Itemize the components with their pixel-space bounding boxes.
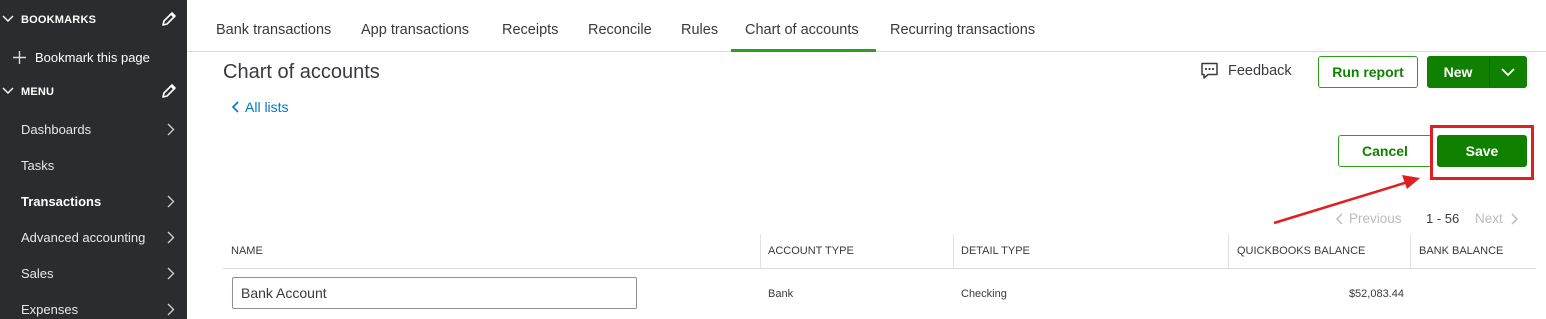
page-range: 1 - 56 xyxy=(1426,211,1460,226)
plus-icon xyxy=(13,51,26,64)
previous-page-button[interactable]: Previous xyxy=(1336,211,1402,226)
sidebar-item-label: Dashboards xyxy=(21,121,92,137)
bookmark-this-page[interactable]: Bookmark this page xyxy=(0,39,187,75)
name-cell xyxy=(223,269,760,319)
menu-section-header[interactable]: MENU xyxy=(0,74,187,110)
next-page-button[interactable]: Next xyxy=(1475,211,1518,226)
feedback-button[interactable]: Feedback xyxy=(1200,62,1292,80)
sidebar-item-label: Advanced accounting xyxy=(21,229,146,245)
feedback-icon xyxy=(1201,62,1218,79)
pencil-icon[interactable] xyxy=(160,11,177,28)
bookmarks-section-header[interactable]: BOOKMARKS xyxy=(0,2,187,38)
sidebar-item-label: Tasks xyxy=(21,157,55,173)
new-button[interactable]: New xyxy=(1427,56,1489,88)
chevron-down-icon xyxy=(2,87,14,94)
bank-balance-cell xyxy=(1411,269,1536,319)
chevron-down-icon xyxy=(1501,67,1515,76)
tab-rules[interactable]: Rules xyxy=(667,0,732,52)
chevron-right-icon xyxy=(1511,212,1518,225)
tab-label: Bank transactions xyxy=(216,22,332,38)
sidebar: BOOKMARKS Bookmark this page MENU Dashbo… xyxy=(0,0,187,319)
chevron-right-icon xyxy=(167,195,175,208)
app-root: BOOKMARKS Bookmark this page MENU Dashbo… xyxy=(0,0,1546,319)
cancel-button[interactable]: Cancel xyxy=(1338,135,1432,167)
tab-reconcile[interactable]: Reconcile xyxy=(574,0,666,52)
quickbooks-balance-cell: $52,083.44 xyxy=(1348,288,1404,300)
sidebar-item-dashboards[interactable]: Dashboards xyxy=(0,111,187,147)
tab-app-transactions[interactable]: App transactions xyxy=(347,0,483,52)
chevron-right-icon xyxy=(167,303,175,316)
next-label: Next xyxy=(1475,211,1503,226)
page-title: Chart of accounts xyxy=(223,61,380,83)
all-lists-link[interactable]: All lists xyxy=(232,99,289,115)
sidebar-item-transactions[interactable]: Transactions xyxy=(0,183,187,219)
chevron-left-icon xyxy=(232,101,239,113)
chevron-left-icon xyxy=(1336,212,1343,225)
table-header: NAME ACCOUNT TYPE DETAIL TYPE QUICKBOOKS… xyxy=(223,234,1536,269)
account-type-cell: Bank xyxy=(768,288,794,300)
tab-bank-transactions[interactable]: Bank transactions xyxy=(202,0,345,52)
column-header-account-type[interactable]: ACCOUNT TYPE xyxy=(760,234,954,269)
transactions-tab-bar: Bank transactions App transactions Recei… xyxy=(187,0,1546,52)
tab-label: Chart of accounts xyxy=(745,22,859,38)
tab-label: Recurring transactions xyxy=(890,22,1036,38)
accounts-table: NAME ACCOUNT TYPE DETAIL TYPE QUICKBOOKS… xyxy=(223,234,1536,319)
sidebar-item-expenses[interactable]: Expenses xyxy=(0,291,187,319)
bookmark-this-page-label: Bookmark this page xyxy=(35,49,150,65)
all-lists-label: All lists xyxy=(245,99,289,115)
bookmarks-label: BOOKMARKS xyxy=(21,14,97,26)
sidebar-item-label: Sales xyxy=(21,265,54,281)
chevron-right-icon xyxy=(167,231,175,244)
pencil-icon[interactable] xyxy=(160,83,177,100)
tab-recurring-transactions[interactable]: Recurring transactions xyxy=(876,0,1049,52)
column-header-quickbooks-balance[interactable]: QUICKBOOKS BALANCE xyxy=(1229,234,1411,269)
chevron-right-icon xyxy=(167,267,175,280)
tab-chart-of-accounts[interactable]: Chart of accounts xyxy=(731,0,876,52)
feedback-label: Feedback xyxy=(1228,63,1292,79)
detail-type-cell: Checking xyxy=(961,288,1007,300)
column-header-detail-type[interactable]: DETAIL TYPE xyxy=(953,234,1229,269)
column-header-bank-balance[interactable]: BANK BALANCE xyxy=(1411,234,1536,269)
table-row: Bank Checking $52,083.44 xyxy=(223,269,1536,319)
run-report-button[interactable]: Run report xyxy=(1318,56,1418,88)
tab-label: Reconcile xyxy=(588,22,652,38)
sidebar-item-tasks[interactable]: Tasks xyxy=(0,147,187,183)
sidebar-item-sales[interactable]: Sales xyxy=(0,255,187,291)
tab-label: Rules xyxy=(681,22,719,38)
sidebar-item-label: Transactions xyxy=(21,193,102,209)
sidebar-item-advanced-accounting[interactable]: Advanced accounting xyxy=(0,219,187,255)
menu-label: MENU xyxy=(21,86,55,98)
new-dropdown-button[interactable] xyxy=(1489,56,1527,88)
save-button[interactable]: Save xyxy=(1437,135,1527,167)
account-name-input[interactable] xyxy=(232,277,637,309)
previous-label: Previous xyxy=(1349,211,1402,226)
tab-label: Receipts xyxy=(502,22,559,38)
sidebar-item-label: Expenses xyxy=(21,301,79,317)
column-header-name[interactable]: NAME xyxy=(223,234,761,269)
chevron-down-icon xyxy=(2,15,14,22)
chevron-right-icon xyxy=(167,123,175,136)
tab-receipts[interactable]: Receipts xyxy=(488,0,572,52)
tab-label: App transactions xyxy=(361,22,470,38)
